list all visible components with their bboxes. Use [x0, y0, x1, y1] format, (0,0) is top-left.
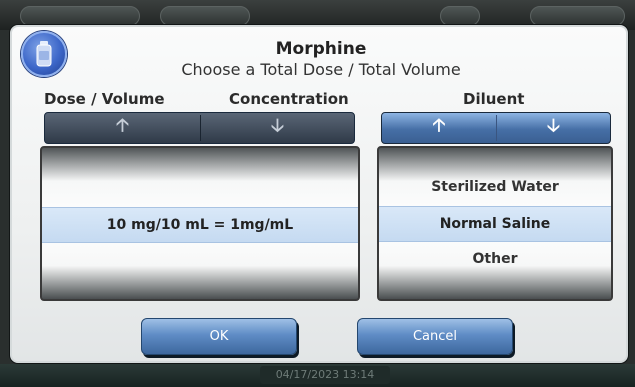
timestamp: 04/17/2023 13:14: [260, 366, 390, 384]
dose-volume-label: Dose / Volume: [44, 90, 165, 108]
diluent-up-button[interactable]: 🡡: [382, 113, 496, 143]
up-arrow-icon: 🡡: [116, 115, 129, 136]
dose-volume-picker[interactable]: 10 mg/10 mL = 1mg/mL: [40, 146, 360, 301]
dose-selected-item[interactable]: 10 mg/10 mL = 1mg/mL: [42, 207, 358, 243]
dialog-title: Morphine: [275, 39, 367, 59]
diluent-label: Diluent: [463, 90, 525, 108]
diluent-option-other[interactable]: Other: [379, 251, 611, 267]
down-arrow-icon: 🡣: [547, 115, 560, 136]
background-status-pill: [20, 6, 140, 26]
ok-button[interactable]: OK: [141, 318, 297, 355]
diluent-picker[interactable]: Sterilized Water Normal Saline Other: [377, 146, 613, 301]
background-status-pill: [530, 6, 625, 26]
concentration-label: Concentration: [229, 90, 349, 108]
dialog-subtitle: Choose a Total Dose / Total Volume: [181, 60, 461, 79]
background-status-pill: [440, 6, 480, 26]
diluent-down-button[interactable]: 🡣: [497, 113, 610, 143]
cancel-button[interactable]: Cancel: [357, 318, 513, 355]
diluent-selected-item[interactable]: Normal Saline: [379, 206, 611, 242]
dose-arrow-bar: 🡡 🡣: [44, 112, 355, 144]
diluent-option-sterilized-water[interactable]: Sterilized Water: [379, 179, 611, 195]
background-status-pill: [160, 6, 250, 26]
dose-down-button[interactable]: 🡣: [201, 113, 354, 143]
up-arrow-icon: 🡡: [432, 115, 446, 136]
diluent-arrow-bar: 🡡 🡣: [381, 112, 611, 144]
down-arrow-icon: 🡣: [271, 115, 284, 136]
dose-up-button[interactable]: 🡡: [45, 113, 200, 143]
dose-dialog: Morphine Choose a Total Dose / Total Vol…: [10, 25, 628, 363]
